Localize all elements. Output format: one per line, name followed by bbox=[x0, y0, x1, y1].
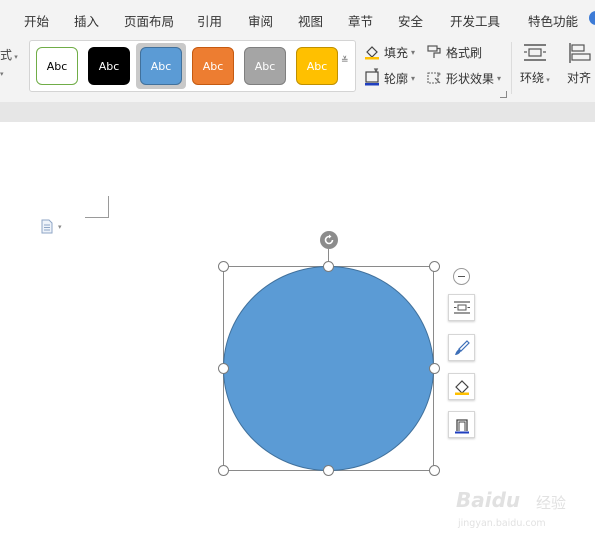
align-icon bbox=[569, 43, 591, 63]
paragraph-handle[interactable]: ▾ bbox=[40, 219, 62, 234]
paintbrush-icon bbox=[454, 339, 470, 355]
page-gap bbox=[0, 102, 595, 122]
resize-handle-top-left[interactable] bbox=[218, 261, 229, 272]
menu-bar: 开始 插入 页面布局 引用 审阅 视图 章节 安全 开发工具 特色功能 bbox=[0, 0, 595, 36]
ellipse-shape[interactable] bbox=[223, 266, 434, 471]
shape-effects-label: 形状效果 bbox=[446, 71, 495, 86]
layout-options-icon bbox=[453, 300, 470, 314]
resize-handle-top-right[interactable] bbox=[429, 261, 440, 272]
rotate-handle[interactable] bbox=[320, 231, 338, 249]
resize-handle-bottom-left[interactable] bbox=[218, 465, 229, 476]
shape-effects-icon bbox=[427, 72, 441, 84]
swatch-label: Abc bbox=[306, 59, 328, 73]
style-swatch-orange[interactable]: Abc bbox=[192, 47, 234, 85]
resize-handle-top[interactable] bbox=[323, 261, 334, 272]
style-swatch-black[interactable]: Abc bbox=[88, 47, 130, 85]
chevron-down-icon: ▾ bbox=[411, 47, 416, 57]
style-swatch-slot-gray[interactable]: Abc bbox=[240, 43, 290, 89]
gallery-more-button[interactable]: ≚ bbox=[341, 56, 349, 66]
ribbon-cutoff-label[interactable]: 式 ▾ bbox=[0, 46, 18, 63]
resize-handle-bottom-right[interactable] bbox=[429, 465, 440, 476]
fill-quick-button[interactable] bbox=[448, 373, 475, 400]
swatch-label: Abc bbox=[150, 59, 172, 73]
outline-button[interactable]: 轮廓 ▾ bbox=[364, 69, 415, 87]
outline-quick-button[interactable] bbox=[448, 411, 475, 438]
wrap-button[interactable]: 环绕 ▾ bbox=[520, 42, 550, 86]
resize-handle-bottom[interactable] bbox=[323, 465, 334, 476]
menu-references[interactable]: 引用 bbox=[197, 11, 222, 30]
swatch-label: Abc bbox=[46, 59, 68, 73]
ribbon-toolbar: 式 ▾ ▾ Abc Abc Abc Abc Abc Abc ▾ ≚ 填充 ▾ 轮… bbox=[0, 36, 595, 102]
resize-handle-left[interactable] bbox=[218, 363, 229, 374]
shape-style-quick-button[interactable] bbox=[448, 334, 475, 361]
style-swatch-gold[interactable]: Abc bbox=[296, 47, 338, 85]
page-margin-corner-mark bbox=[85, 196, 109, 218]
shape-style-gallery: Abc Abc Abc Abc Abc Abc ▾ bbox=[29, 40, 378, 92]
fill-bucket-icon bbox=[454, 379, 469, 395]
help-icon[interactable] bbox=[589, 11, 595, 25]
layout-options-button[interactable] bbox=[448, 294, 475, 321]
menu-page-layout[interactable]: 页面布局 bbox=[124, 11, 174, 30]
menu-developer-tools[interactable]: 开发工具 bbox=[450, 11, 500, 30]
align-label: 对齐 bbox=[566, 71, 591, 85]
menu-insert[interactable]: 插入 bbox=[74, 11, 99, 30]
style-swatch-slot-orange[interactable]: Abc bbox=[188, 43, 238, 89]
format-painter-button[interactable]: 格式刷 bbox=[426, 43, 482, 61]
align-button[interactable]: 对齐 bbox=[566, 42, 592, 86]
chevron-down-icon: ▾ bbox=[497, 73, 502, 83]
menu-view[interactable]: 视图 bbox=[298, 11, 323, 30]
chevron-down-icon: ▾ bbox=[411, 73, 416, 83]
style-swatch-slot-gold[interactable]: Abc bbox=[292, 43, 342, 89]
ribbon-cutoff-caret[interactable]: ▾ bbox=[0, 70, 4, 78]
style-swatch-gray[interactable]: Abc bbox=[244, 47, 286, 85]
menu-security[interactable]: 安全 bbox=[398, 11, 423, 30]
menu-chapter[interactable]: 章节 bbox=[348, 11, 373, 30]
style-swatch-slot-white[interactable]: Abc bbox=[32, 43, 82, 89]
shape-effects-button[interactable]: 形状效果 ▾ bbox=[426, 69, 501, 87]
style-swatch-white-green[interactable]: Abc bbox=[36, 47, 78, 85]
swatch-label: Abc bbox=[98, 59, 120, 73]
format-painter-icon bbox=[427, 45, 441, 58]
format-painter-label: 格式刷 bbox=[446, 45, 483, 60]
group-dialog-launcher-icon[interactable] bbox=[500, 91, 507, 98]
outline-label: 轮廓 bbox=[384, 71, 409, 86]
style-swatch-slot-black[interactable]: Abc bbox=[84, 43, 134, 89]
watermark-cn: 经验 bbox=[536, 494, 567, 512]
resize-handle-right[interactable] bbox=[429, 363, 440, 374]
chevron-down-icon: ▾ bbox=[58, 222, 62, 231]
style-swatch-slot-blue[interactable]: Abc bbox=[136, 43, 186, 89]
outline-icon bbox=[365, 71, 379, 86]
rotate-icon bbox=[324, 234, 334, 245]
outline-icon bbox=[454, 418, 469, 433]
fill-bucket-icon bbox=[365, 46, 379, 60]
fill-button[interactable]: 填充 ▾ bbox=[364, 43, 415, 61]
wrap-label: 环绕 bbox=[520, 71, 545, 85]
swatch-label: Abc bbox=[202, 59, 224, 73]
collapse-toolbar-button[interactable] bbox=[453, 268, 470, 285]
ribbon-separator bbox=[511, 42, 512, 94]
fill-label: 填充 bbox=[384, 45, 409, 60]
style-swatch-blue[interactable]: Abc bbox=[140, 47, 182, 85]
menu-home[interactable]: 开始 bbox=[24, 11, 49, 30]
menu-review[interactable]: 审阅 bbox=[248, 11, 273, 30]
swatch-label: Abc bbox=[254, 59, 276, 73]
text-wrap-icon bbox=[523, 44, 546, 61]
document-icon bbox=[41, 219, 53, 234]
watermark-brand: Baidu bbox=[456, 488, 521, 512]
watermark-url: jingyan.baidu.com bbox=[458, 518, 546, 529]
menu-special-features[interactable]: 特色功能 bbox=[528, 11, 578, 30]
baidu-jingyan-watermark: Baidu 经验 jingyan.baidu.com bbox=[452, 482, 592, 537]
